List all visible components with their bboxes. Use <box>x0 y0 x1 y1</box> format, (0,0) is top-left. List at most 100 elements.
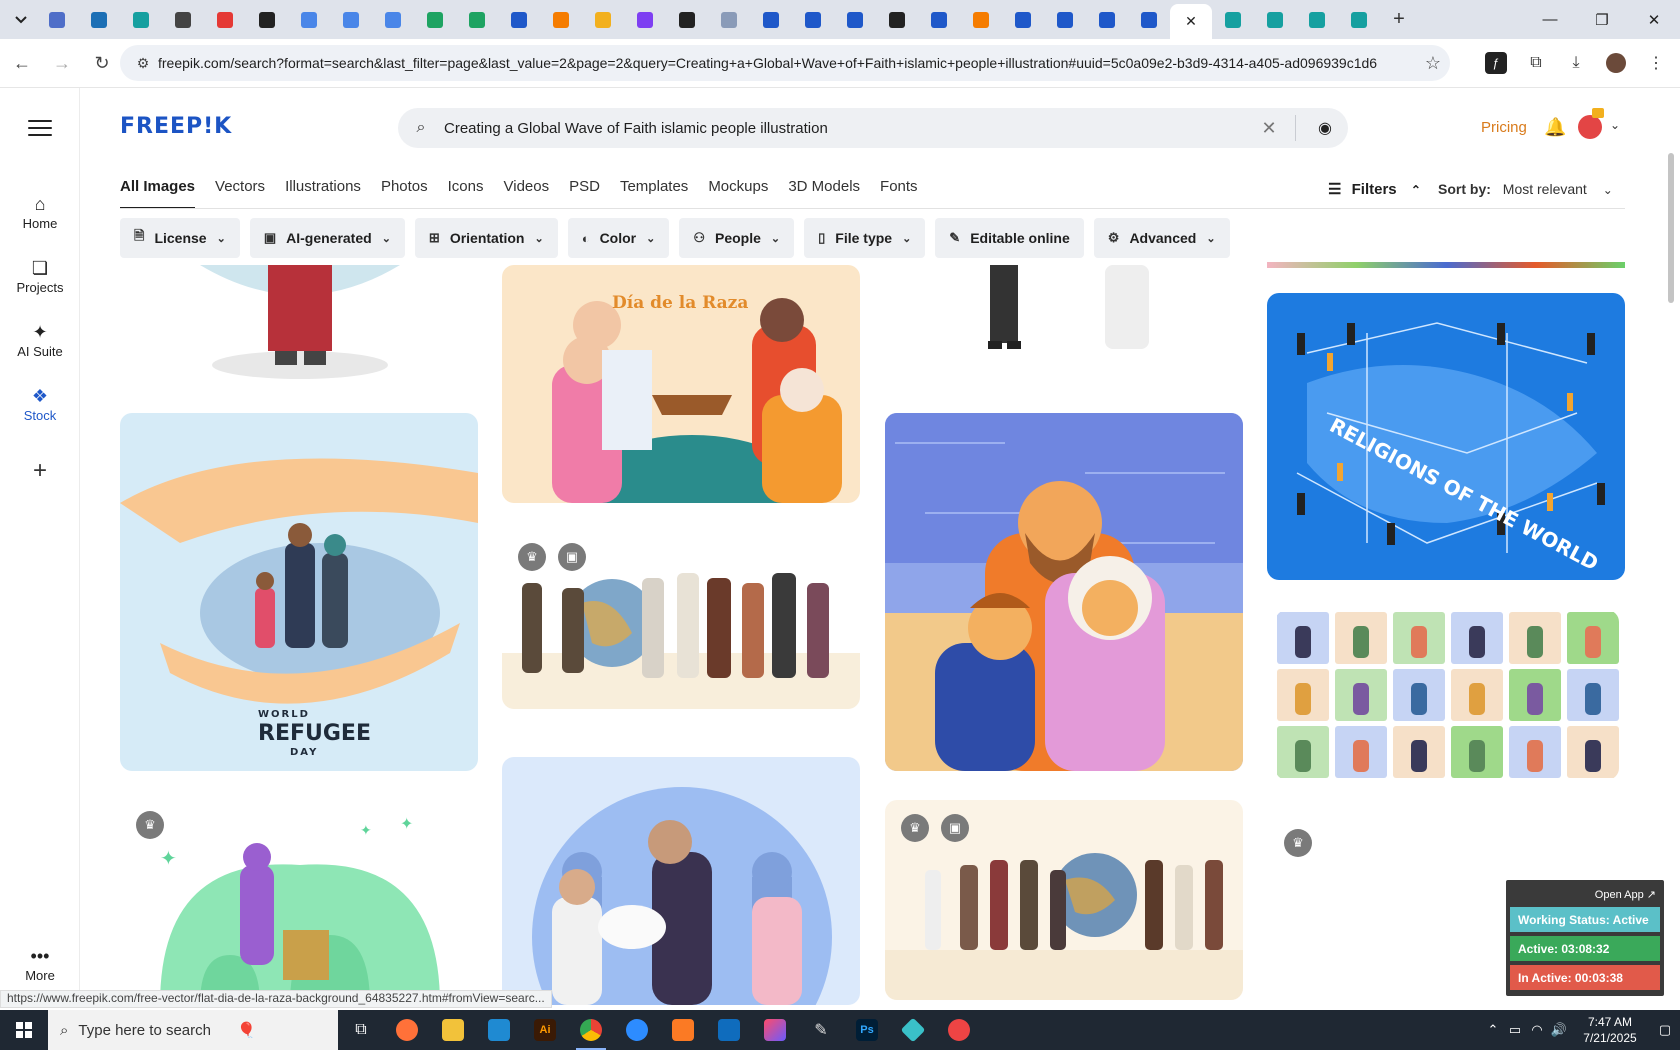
filters-button[interactable]: ☰ Filters ⌃ <box>1328 180 1421 198</box>
tab-vectors[interactable]: Vectors <box>215 178 265 209</box>
browser-tab[interactable] <box>1002 4 1044 36</box>
browser-tab[interactable] <box>708 4 750 36</box>
user-avatar[interactable] <box>1578 115 1602 139</box>
close-window-icon[interactable]: ✕ <box>1628 0 1680 39</box>
image-card-people-icon-set[interactable] <box>1275 610 1619 780</box>
filter-chip-orientation[interactable]: ⊞ Orientation ⌄ <box>414 218 558 258</box>
browser-tab[interactable] <box>456 4 498 36</box>
new-tab-button[interactable]: + <box>1384 6 1414 34</box>
pricing-link[interactable]: Pricing <box>1481 119 1527 136</box>
download-icon[interactable]: ⤓ <box>1558 45 1594 81</box>
browser-tab[interactable] <box>204 4 246 36</box>
browser-tab[interactable] <box>162 4 204 36</box>
image-card-man-robe[interactable] <box>120 265 478 380</box>
image-card-refugee-family-beach[interactable] <box>885 413 1243 771</box>
notifications-icon[interactable]: ▢ <box>1650 1022 1680 1038</box>
bookmark-star-icon[interactable]: ☆ <box>1416 53 1450 74</box>
search-icon[interactable]: ⌕ <box>398 119 444 137</box>
image-card-walking-people-1[interactable]: ♛ ▣ <box>502 533 860 709</box>
browser-tab[interactable] <box>288 4 330 36</box>
pen-tool-icon[interactable]: ✎ <box>798 1010 844 1050</box>
file-explorer-icon[interactable] <box>430 1010 476 1050</box>
sidebar-item-more[interactable]: ••• More <box>0 944 80 983</box>
reload-icon[interactable]: ↻ <box>84 45 120 81</box>
browser-tab[interactable] <box>792 4 834 36</box>
browser-tab[interactable] <box>624 4 666 36</box>
tab-search-button[interactable] <box>6 6 36 34</box>
browser-tab[interactable] <box>78 4 120 36</box>
tab-active-close[interactable]: ✕ <box>1170 4 1212 39</box>
extension-fx-icon[interactable]: ƒ <box>1485 52 1507 74</box>
outlook-icon[interactable] <box>706 1010 752 1050</box>
browser-tab[interactable] <box>1338 4 1380 36</box>
freepik-logo[interactable]: FREEP!K <box>120 114 232 139</box>
filter-chip-ai-generated[interactable]: ▣ AI-generated ⌄ <box>249 218 405 258</box>
back-icon[interactable]: ← <box>4 45 40 81</box>
browser-tab[interactable] <box>1128 4 1170 36</box>
cube-app-icon[interactable] <box>890 1010 936 1050</box>
chevron-down-icon[interactable]: ⌄ <box>1610 118 1620 132</box>
address-bar[interactable]: ⚙ freepik.com/search?format=search&last_… <box>120 45 1450 81</box>
browser-tab[interactable] <box>876 4 918 36</box>
tab-mockups[interactable]: Mockups <box>708 178 768 209</box>
image-card-refugee-day[interactable]: WORLD REFUGEE DAY <box>120 413 478 771</box>
chrome-icon[interactable] <box>568 1010 614 1050</box>
site-info-icon[interactable]: ⚙ <box>128 55 158 72</box>
tab-all-images[interactable]: All Images <box>120 178 196 209</box>
image-card-dia-de-la-raza[interactable]: Día de la Raza <box>502 265 860 503</box>
browser-tab[interactable] <box>498 4 540 36</box>
tab-photos[interactable]: Photos <box>381 178 428 209</box>
browser-tab[interactable] <box>246 4 288 36</box>
snipping-tool-icon[interactable] <box>936 1010 982 1050</box>
search-input[interactable] <box>444 119 1249 137</box>
sidebar-item-stock[interactable]: ❖ Stock <box>0 384 80 423</box>
network-icon[interactable]: ▭ <box>1504 1022 1526 1038</box>
tab-illustrations[interactable]: Illustrations <box>285 178 361 209</box>
browser-tab[interactable] <box>414 4 456 36</box>
sidebar-item-projects[interactable]: ❏ Projects <box>0 256 80 295</box>
tab-psd[interactable]: PSD <box>569 178 600 209</box>
browser-tab[interactable] <box>540 4 582 36</box>
image-card-religions-of-the-world[interactable]: RELIGIONS OF THE WORLD <box>1267 293 1625 580</box>
notification-bell-icon[interactable]: 🔔 <box>1544 117 1566 138</box>
wifi-icon[interactable]: ◠ <box>1526 1022 1548 1038</box>
browser-tab[interactable] <box>666 4 708 36</box>
filter-chip-license[interactable]: 🗎 License ⌄ <box>120 218 240 258</box>
browser-tab[interactable] <box>960 4 1002 36</box>
windows-start-button[interactable] <box>0 1010 48 1050</box>
restore-icon[interactable]: ❐ <box>1576 0 1628 39</box>
photoshop-icon[interactable]: Ps <box>844 1010 890 1050</box>
hamburger-menu-icon[interactable] <box>28 120 52 138</box>
chevron-up-icon[interactable]: ⌃ <box>1482 1022 1504 1038</box>
filter-chip-people[interactable]: ⚇ People ⌄ <box>679 218 795 258</box>
image-card-top-strip[interactable] <box>1267 262 1625 268</box>
zoom-icon[interactable] <box>614 1010 660 1050</box>
close-tab-icon[interactable]: ✕ <box>1185 13 1197 30</box>
browser-tab[interactable] <box>582 4 624 36</box>
filter-chip-color[interactable]: ◐ Color ⌄ <box>567 218 670 258</box>
filter-chip-file-type[interactable]: ▯ File type ⌄ <box>804 218 926 258</box>
browser-tab[interactable] <box>1254 4 1296 36</box>
browser-tab[interactable] <box>1044 4 1086 36</box>
forward-icon[interactable]: → <box>44 45 80 81</box>
minimize-icon[interactable]: — <box>1524 0 1576 39</box>
firefox-icon[interactable] <box>384 1010 430 1050</box>
tab-icons[interactable]: Icons <box>448 178 484 209</box>
browser-tab[interactable] <box>120 4 162 36</box>
browser-menu-icon[interactable]: ⋮ <box>1638 45 1674 81</box>
image-card-standing-people[interactable] <box>885 265 1243 355</box>
browser-tab[interactable] <box>1086 4 1128 36</box>
task-view-icon[interactable]: ⧉ <box>338 1010 384 1050</box>
taskbar-clock[interactable]: 7:47 AM 7/21/2025 <box>1570 1014 1650 1046</box>
clear-search-icon[interactable]: ✕ <box>1249 118 1289 139</box>
creative-cloud-icon[interactable] <box>752 1010 798 1050</box>
image-card-mosque-donation[interactable]: ✦ ✦ ✦ ♛ <box>120 805 478 1005</box>
address-url[interactable]: freepik.com/search?format=search&last_fi… <box>158 55 1416 71</box>
open-app-link[interactable]: Open App ↗ <box>1510 884 1660 907</box>
browser-tab[interactable] <box>330 4 372 36</box>
browser-tab[interactable] <box>750 4 792 36</box>
browser-tab[interactable] <box>36 4 78 36</box>
filter-chip-editable-online[interactable]: ✎ Editable online <box>935 218 1084 258</box>
camera-search-icon[interactable]: ◉ <box>1302 118 1348 138</box>
vscode-icon[interactable] <box>476 1010 522 1050</box>
